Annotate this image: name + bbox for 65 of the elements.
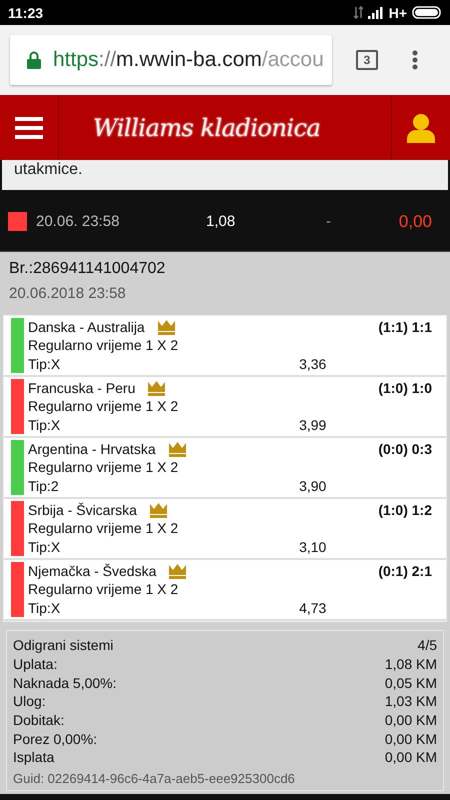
summary-value: 1,03 KM [384, 693, 437, 710]
match-teams: Argentina - Hrvatska [28, 441, 156, 458]
match-score: (1:1) 1:1 [378, 319, 432, 336]
summary-value: 0,00 KM [384, 749, 437, 766]
lock-icon [27, 51, 41, 69]
crown-icon [147, 380, 166, 397]
url-text: https://m.wwin-ba.com/accou [53, 48, 324, 72]
ticket-number: Br.:286941141004702 [9, 260, 166, 278]
bet-market: Regularno vrijeme 1 X 2 [28, 337, 180, 354]
ticket-date: 20.06.2018 23:58 [9, 285, 126, 302]
match-score: (1:0) 1:0 [378, 380, 432, 396]
crown-icon [148, 502, 168, 519]
summary-label: Isplata [13, 749, 54, 766]
notice-text: utakmice. [14, 161, 82, 179]
tab-count-button[interactable]: 3 [356, 50, 378, 70]
bet-tip: Tip:X [28, 538, 60, 555]
summary-label: Dobitak: [13, 712, 64, 728]
bet-market: Regularno vrijeme 1 X 2 [28, 459, 180, 476]
crown-icon [168, 562, 188, 580]
bet-market: Regularno vrijeme 1 X 2 [28, 398, 180, 414]
data-transfer-icon [354, 6, 363, 19]
bet-market: Regularno vrijeme 1 X 2 [28, 520, 180, 536]
bet-odds: 3,90 [299, 478, 326, 494]
user-icon[interactable] [407, 112, 435, 142]
match-score: (1:0) 1:2 [378, 502, 432, 518]
signal-icon [368, 6, 384, 18]
summary-value: 0,00 KM [384, 712, 437, 728]
ticket-guid: Guid: 02269414-96c6-4a7a-aeb5-eee925300cd6 [13, 770, 296, 786]
ticket-summary-row[interactable]: 20.06. 23:58 1,08 - 0,00 [0, 192, 450, 252]
ticket-date: 20.06. 23:58 [36, 213, 120, 230]
match-teams: Srbija - Švicarska [28, 502, 137, 518]
battery-icon [412, 6, 442, 19]
crown-icon [156, 318, 176, 336]
summary-value: 1,08 KM [384, 656, 437, 672]
network-type: H+ [388, 4, 407, 20]
bet-tip: Tip:X [28, 356, 60, 372]
match-teams: Danska - Australija [28, 319, 145, 336]
crown-icon [168, 440, 187, 458]
summary-label: Porez 0,00%: [13, 730, 98, 747]
ticket-status: - [326, 213, 332, 230]
bet-market: Regularno vrijeme 1 X 2 [28, 581, 180, 598]
match-teams: Njemačka - Švedska [28, 563, 156, 580]
bet-odds: 3,36 [299, 356, 326, 372]
clock: 11:23 [8, 4, 44, 20]
bet-odds: 3,99 [299, 416, 326, 433]
match-score: (0:0) 0:3 [378, 441, 432, 458]
bet-tip: Tip:2 [28, 478, 59, 494]
bet-odds: 4,73 [299, 600, 326, 616]
summary-value: 0,05 KM [384, 674, 437, 691]
bet-odds: 3,10 [299, 538, 326, 555]
more-options-icon[interactable] [412, 50, 418, 70]
summary-value: 0,00 KM [384, 730, 437, 747]
summary-label: Uplata: [13, 656, 58, 672]
summary-value: 4/5 [418, 637, 437, 654]
bet-tip: Tip:X [28, 416, 60, 433]
url-field[interactable]: https://m.wwin-ba.com/accou [10, 35, 332, 85]
ticket-payout: 0,00 [398, 212, 432, 232]
summary-label: Ulog: [13, 693, 46, 710]
bet-tip: Tip:X [28, 600, 60, 616]
menu-icon[interactable] [15, 116, 43, 140]
ticket-stake: 1,08 [206, 213, 236, 230]
summary-label: Odigrani sistemi [13, 637, 114, 654]
match-teams: Francuska - Peru [28, 380, 136, 396]
summary-label: Naknada 5,00%: [13, 674, 117, 691]
match-score: (0:1) 2:1 [378, 563, 432, 580]
